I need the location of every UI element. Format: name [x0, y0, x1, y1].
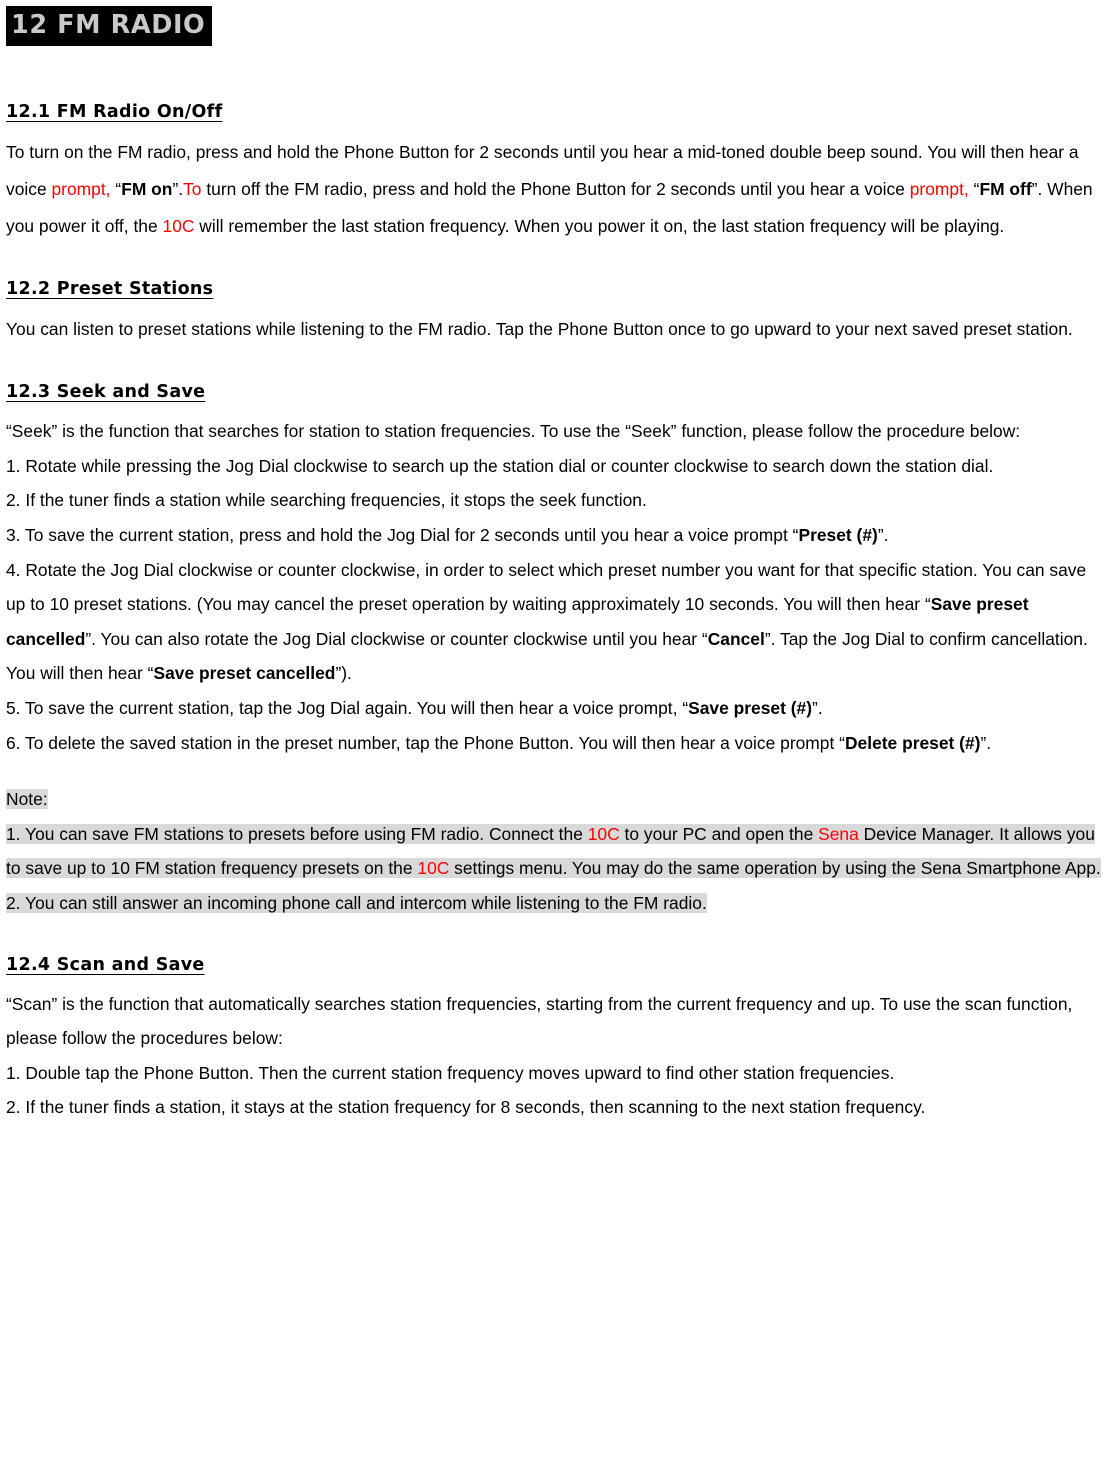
note-item-1: 1. You can save FM stations to presets b…	[6, 817, 1102, 886]
text-run-red: prompt,	[909, 179, 969, 200]
text-run-red: 10C	[587, 823, 620, 844]
text-run: will remember the last station frequency…	[194, 216, 1005, 237]
text-run: ”. You can also rotate the Jog Dial cloc…	[85, 628, 708, 649]
text-run-bold: Save preset (#)	[688, 697, 813, 718]
text-run: to your PC and open the	[619, 823, 819, 844]
text-run: ”.	[980, 732, 992, 753]
list-item-12-3-step-2: 2. If the tuner finds a station while se…	[6, 490, 647, 511]
section-heading-12-2: 12.2 Preset Stations	[6, 279, 214, 300]
text-run: settings menu. You may do the same opera…	[449, 858, 1101, 879]
text-run: 4. Rotate the Jog Dial clockwise or coun…	[6, 559, 1087, 615]
text-run: ”).	[335, 663, 352, 684]
text-run-bold: Delete preset (#)	[844, 732, 981, 753]
text-run: 5. To save the current station, tap the …	[6, 697, 689, 718]
text-run-red: 10C	[162, 216, 195, 237]
note-label-row: Note:	[6, 782, 1102, 817]
list-item-12-3-step-6: 6. To delete the saved station in the pr…	[6, 726, 1102, 761]
text-run: “	[968, 179, 980, 200]
section-heading-12-1: 12.1 FM Radio On/Off	[6, 102, 223, 123]
list-item-12-4-step-1: 1. Double tap the Phone Button. Then the…	[6, 1062, 895, 1083]
text-run-red: prompt,	[51, 179, 111, 200]
paragraph-12-1: To turn on the FM radio, press and hold …	[6, 134, 1102, 245]
text-run-bold: FM off	[979, 179, 1032, 200]
chapter-title-row: 12 FM RADIO	[6, 6, 1102, 47]
text-run: ”.	[812, 697, 823, 718]
text-run: 3. To save the current station, press an…	[6, 524, 799, 545]
text-run: “	[110, 179, 122, 200]
text-run: ”.	[172, 179, 184, 200]
paragraph-12-4-intro: “Scan” is the function that automaticall…	[6, 993, 1073, 1049]
note-item-1-text: 1. You can save FM stations to presets b…	[6, 823, 1101, 879]
text-run: ”.	[877, 524, 889, 545]
paragraph-12-2: You can listen to preset stations while …	[6, 319, 1073, 340]
text-run: 1. You can save FM stations to presets b…	[6, 823, 588, 844]
list-item-12-3-step-5: 5. To save the current station, tap the …	[6, 691, 1102, 726]
chapter-title: 12 FM RADIO	[6, 6, 213, 47]
text-run: turn off the FM radio, press and hold th…	[201, 179, 910, 200]
text-run-bold: FM on	[121, 179, 173, 200]
list-item-12-3-step-4: 4. Rotate the Jog Dial clockwise or coun…	[6, 553, 1102, 691]
text-run-bold: Save preset cancelled	[153, 663, 336, 684]
text-run-red: To	[183, 179, 202, 200]
note-label: Note:	[6, 789, 48, 810]
text-run: 6. To delete the saved station in the pr…	[6, 732, 845, 753]
paragraph-12-3-intro: “Seek” is the function that searches for…	[6, 421, 1021, 442]
section-heading-12-3: 12.3 Seek and Save	[6, 382, 206, 403]
text-run-bold: Cancel	[707, 628, 765, 649]
list-item-12-3-step-3: 3. To save the current station, press an…	[6, 518, 1102, 553]
text-run-bold: Preset (#)	[798, 524, 878, 545]
note-item-2: 2. You can still answer an incoming phon…	[6, 886, 1102, 921]
text-run-red: Sena	[818, 823, 859, 844]
list-item-12-4-step-2: 2. If the tuner finds a station, it stay…	[6, 1097, 926, 1118]
document-page: 12 FM RADIO 12.1 FM Radio On/Off To turn…	[0, 0, 1108, 1462]
list-item-12-3-step-1: 1. Rotate while pressing the Jog Dial cl…	[6, 455, 994, 476]
section-heading-12-4: 12.4 Scan and Save	[6, 954, 205, 975]
text-run-red: 10C	[417, 858, 450, 879]
note-block: Note: 1. You can save FM stations to pre…	[6, 782, 1102, 920]
document-content: 12 FM RADIO 12.1 FM Radio On/Off To turn…	[0, 0, 1108, 1125]
note-item-2-text: 2. You can still answer an incoming phon…	[6, 892, 707, 913]
